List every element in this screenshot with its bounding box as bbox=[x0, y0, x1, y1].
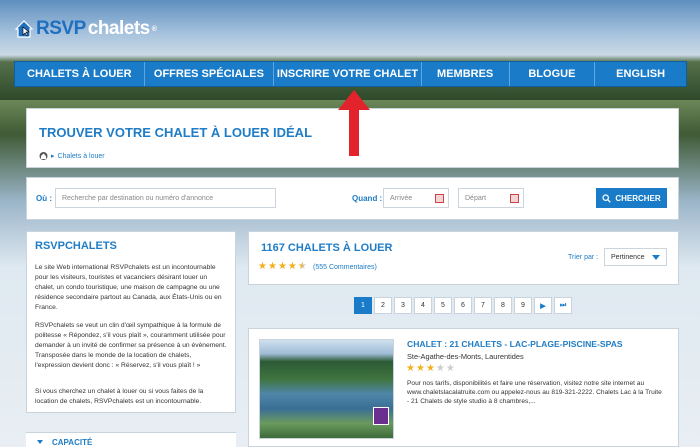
red-arrow-annotation-icon bbox=[338, 90, 370, 156]
last-page-icon[interactable]: ⏭ bbox=[554, 297, 572, 314]
nav-blogue[interactable]: BLOGUE bbox=[510, 62, 596, 86]
calendar-icon bbox=[510, 194, 519, 203]
logo-prefix: RSVP bbox=[36, 18, 86, 39]
chevron-down-icon bbox=[652, 255, 660, 260]
listing-title[interactable]: CHALET : 21 CHALETS - LAC-PLAGE-PISCINE-… bbox=[407, 339, 623, 349]
page-4[interactable]: 4 bbox=[414, 297, 432, 314]
overall-rating-stars: ★ ★ ★ ★ ★ bbox=[258, 261, 307, 272]
about-paragraph-2: RSVPchalets se veut un clin d'œil sympat… bbox=[35, 322, 227, 369]
logo-suffix: chalets bbox=[87, 18, 150, 39]
main-nav: CHALETS À LOUER OFFRES SPÉCIALES INSCRIR… bbox=[14, 61, 687, 87]
reviews-link[interactable]: (555 Commentaires) bbox=[313, 264, 377, 271]
arrival-date-input[interactable]: Arrivée bbox=[383, 188, 449, 208]
search-button-label: CHERCHER bbox=[615, 193, 661, 203]
page-3[interactable]: 3 bbox=[394, 297, 412, 314]
listing-description: Pour nos tarifs, disponibilités et faire… bbox=[407, 380, 662, 405]
page-title: TROUVER VOTRE CHALET À LOUER IDÉAL bbox=[39, 125, 313, 140]
sort-value: Pertinence bbox=[611, 253, 645, 261]
next-page-icon[interactable]: ▶ bbox=[534, 297, 552, 314]
departure-label: Départ bbox=[465, 194, 487, 202]
where-label: Où : bbox=[36, 194, 52, 203]
logo-registered: ® bbox=[151, 25, 157, 33]
quality-badge-icon bbox=[373, 407, 389, 425]
site-logo[interactable]: RSVP chalets ® bbox=[14, 18, 157, 40]
chevron-down-icon bbox=[37, 440, 43, 444]
house-cursor-icon bbox=[14, 20, 34, 38]
nav-english[interactable]: ENGLISH bbox=[595, 62, 686, 86]
page-6[interactable]: 6 bbox=[454, 297, 472, 314]
search-button[interactable]: CHERCHER bbox=[596, 188, 667, 208]
page-7[interactable]: 7 bbox=[474, 297, 492, 314]
capacity-label: CAPACITÉ bbox=[52, 438, 93, 447]
arrival-label: Arrivée bbox=[390, 194, 413, 202]
nav-offres-speciales[interactable]: OFFRES SPÉCIALES bbox=[145, 62, 275, 86]
page-5[interactable]: 5 bbox=[434, 297, 452, 314]
about-panel: RSVPCHALETS Le site Web international RS… bbox=[26, 231, 236, 413]
capacity-filter-header[interactable]: CAPACITÉ bbox=[26, 432, 236, 447]
page-2[interactable]: 2 bbox=[374, 297, 392, 314]
page-1[interactable]: 1 bbox=[354, 297, 372, 314]
chevron-right-icon: ▸ bbox=[51, 153, 55, 160]
nav-inscrire-votre-chalet[interactable]: INSCRIRE VOTRE CHALET bbox=[274, 62, 422, 86]
page-8[interactable]: 8 bbox=[494, 297, 512, 314]
about-paragraph-1: Le site Web international RSVPchalets es… bbox=[35, 264, 222, 311]
nav-chalets-a-louer[interactable]: CHALETS À LOUER bbox=[15, 62, 145, 86]
nav-membres[interactable]: MEMBRES bbox=[422, 62, 510, 86]
home-icon[interactable] bbox=[39, 151, 48, 161]
listing-rating-stars: ★ ★ ★ ★ ★ bbox=[406, 363, 455, 374]
breadcrumb-link[interactable]: Chalets à louer bbox=[58, 153, 105, 160]
listing-location: Ste-Agathe-des-Monts, Laurentides bbox=[407, 352, 524, 361]
pagination: 1 2 3 4 5 6 7 8 9 ▶ ⏭ bbox=[354, 297, 572, 314]
sort-select[interactable]: Pertinence bbox=[604, 248, 667, 266]
about-paragraph-3: Si vous cherchez un chalet à louer ou si… bbox=[35, 388, 204, 405]
about-title: RSVPCHALETS bbox=[35, 240, 117, 252]
when-label: Quand : bbox=[352, 194, 383, 203]
breadcrumb: ▸ Chalets à louer bbox=[39, 151, 105, 161]
page-9[interactable]: 9 bbox=[514, 297, 532, 314]
search-input[interactable]: Recherche par destination ou numéro d'an… bbox=[55, 188, 276, 208]
sort-label: Trier par : bbox=[568, 254, 599, 261]
calendar-icon bbox=[435, 194, 444, 203]
search-icon bbox=[602, 193, 612, 203]
results-count: 1167 CHALETS À LOUER bbox=[261, 242, 393, 254]
departure-date-input[interactable]: Départ bbox=[458, 188, 524, 208]
